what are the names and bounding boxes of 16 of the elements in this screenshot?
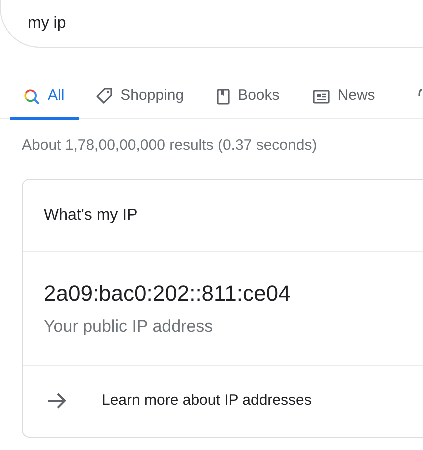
tag-icon (96, 88, 113, 105)
learn-more-link[interactable]: Learn more about IP addresses (102, 390, 312, 412)
search-icon (24, 88, 40, 104)
search-field[interactable]: my ip (0, 0, 423, 48)
card-title: What's my IP (44, 206, 138, 226)
tab[interactable]: Books (203, 74, 294, 119)
tab[interactable]: Shopping (82, 74, 198, 119)
result-stats: About 1,78,00,00,000 results (0.37 seconds) (22, 136, 318, 156)
arrow-icon (47, 393, 67, 409)
book-icon (217, 88, 230, 104)
tab[interactable]: All (10, 74, 79, 119)
ip-address: 2a09:bac0:202::811:ce04 (44, 280, 291, 308)
search-query: my ip (28, 14, 66, 34)
tab[interactable]: News (298, 74, 390, 119)
newspaper-icon (312, 90, 330, 104)
ip-caption: Your public IP address (44, 316, 214, 338)
